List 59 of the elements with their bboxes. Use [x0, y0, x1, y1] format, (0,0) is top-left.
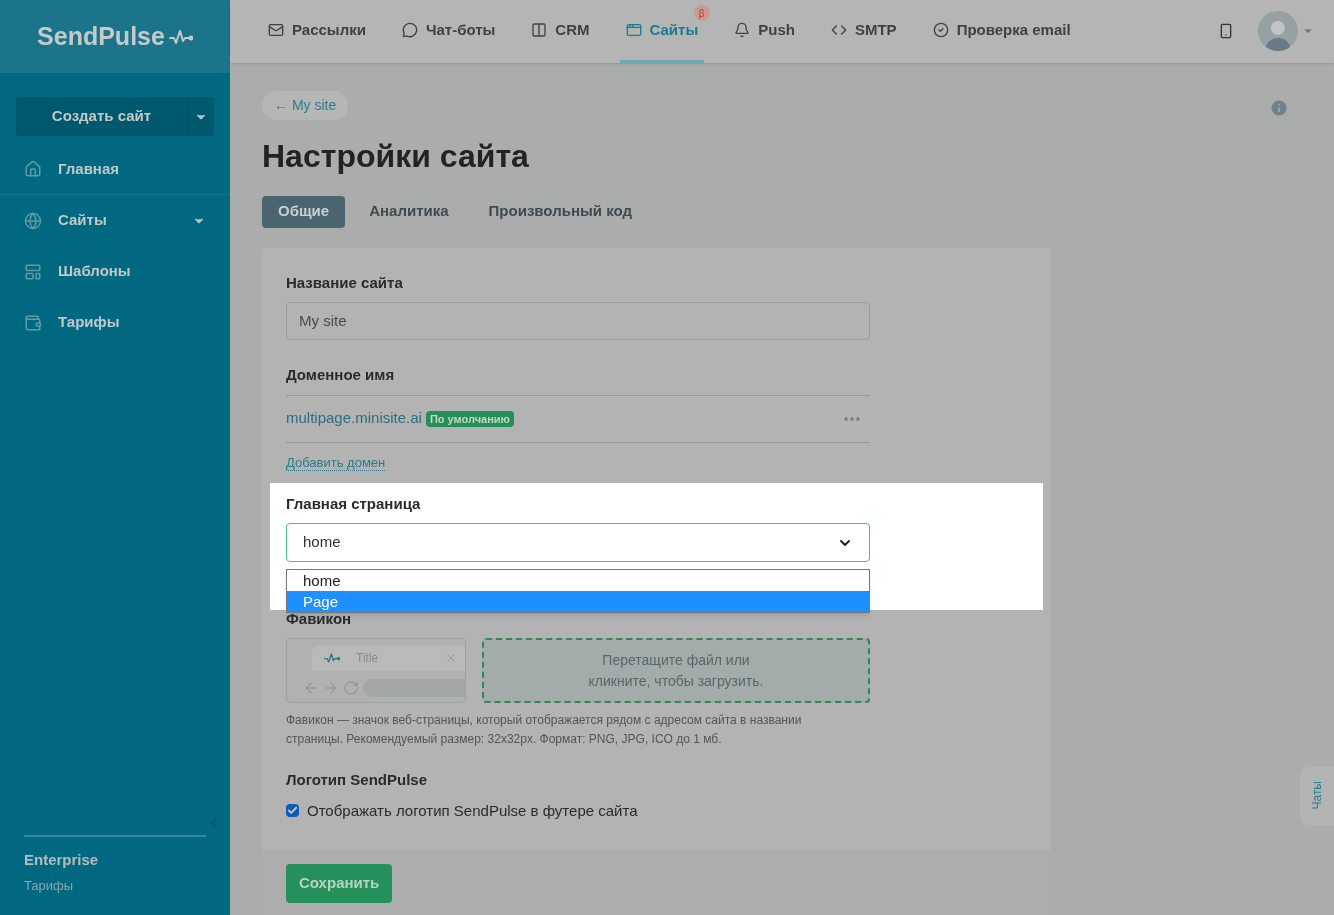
- chats-tab[interactable]: Чаты: [1300, 766, 1334, 825]
- pulse-icon: [324, 652, 340, 664]
- mobile-icon[interactable]: [1218, 23, 1234, 40]
- sidebar-item[interactable]: Главная: [0, 144, 230, 195]
- upload-dropzone[interactable]: Перетащите файл или кликните, чтобы загрузить.: [482, 638, 870, 703]
- field-label: Логотип SendPulse: [286, 770, 428, 790]
- nav-tab[interactable]: Push: [728, 0, 801, 63]
- checkbox-label: Отображать логотип SendPulse в футере сайта: [307, 800, 638, 821]
- templates-icon: [24, 262, 42, 281]
- forward-icon: [323, 680, 339, 696]
- chat-icon: [401, 21, 418, 38]
- globe-icon: [24, 211, 42, 230]
- nav-tab[interactable]: CRM: [525, 0, 596, 63]
- site-name-field[interactable]: My site: [286, 302, 870, 340]
- plan-link[interactable]: Тарифы: [24, 875, 206, 895]
- save-button[interactable]: Сохранить: [286, 864, 393, 903]
- sidebar-item[interactable]: Сайты: [0, 195, 230, 246]
- back-link[interactable]: ← My site: [262, 90, 349, 120]
- domain-link[interactable]: multipage.minisite.ai: [286, 407, 422, 430]
- beta-badge: β: [693, 5, 710, 21]
- nav-tab[interactable]: Проверка email: [926, 0, 1077, 63]
- logo-checkbox[interactable]: [286, 804, 299, 818]
- back-icon: [303, 680, 319, 696]
- bell-icon: [734, 21, 751, 38]
- dropzone-text: кликните, чтобы загрузить.: [588, 671, 764, 691]
- plan-name: Enterprise: [24, 850, 100, 870]
- field-label: Название сайта: [286, 272, 404, 293]
- nav-tab[interactable]: Рассылки: [262, 0, 372, 63]
- site-icon: [625, 21, 642, 38]
- field-label: Фавикон: [286, 609, 353, 629]
- mail-icon: [268, 21, 284, 38]
- field-label: Главная страница: [286, 493, 422, 514]
- avatar-icon: [1258, 11, 1298, 52]
- check-icon: [287, 805, 298, 817]
- dropzone-text: Перетащите файл или: [602, 650, 750, 670]
- field-label: Доменное имя: [286, 365, 396, 385]
- nav-tab[interactable]: SMTP: [824, 0, 903, 63]
- reload-icon: [343, 680, 359, 696]
- wallet-icon: [24, 313, 42, 332]
- home-page-select[interactable]: home: [286, 523, 870, 562]
- sidebar-item[interactable]: Шаблоны: [0, 246, 230, 297]
- select-option[interactable]: home: [287, 569, 869, 591]
- default-badge: По умолчанию: [425, 410, 515, 427]
- tab[interactable]: Общие: [262, 195, 346, 228]
- nav-tab[interactable]: Чат-боты: [395, 0, 502, 63]
- close-icon: [445, 652, 457, 664]
- logo-text: SendPulse: [37, 20, 165, 52]
- check-icon: [932, 21, 949, 38]
- page-title: Настройки сайта: [262, 136, 530, 176]
- favicon-help-text: Фавикон — значок веб-страницы, который отображается рядом с адресом сайта в названии страницы. Рекомендуемый размер: 32x32px. Формат: PNG, JPG, ICO до 1 мб.: [286, 712, 803, 748]
- profile-menu[interactable]: [1258, 11, 1314, 52]
- tab[interactable]: Произвольный код: [472, 195, 648, 228]
- select-option[interactable]: Page: [287, 590, 869, 612]
- crm-icon: [531, 21, 548, 38]
- sidebar-item[interactable]: Тарифы: [0, 297, 230, 348]
- home-icon: [24, 160, 42, 178]
- add-domain-link[interactable]: Добавить домен: [286, 454, 386, 471]
- tab[interactable]: Аналитика: [353, 195, 465, 228]
- info-icon[interactable]: [1269, 97, 1289, 118]
